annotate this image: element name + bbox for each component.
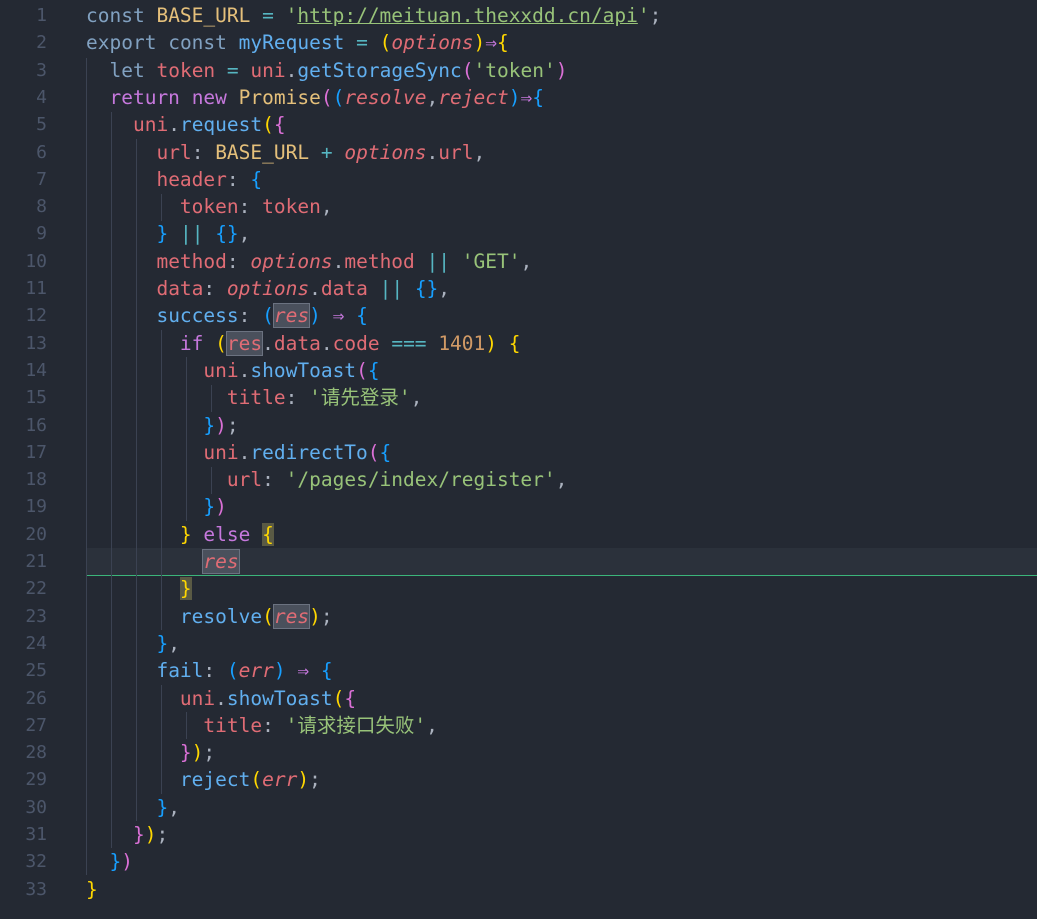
line-number: 4 — [36, 86, 47, 108]
code-line-current[interactable]: res — [86, 548, 1037, 575]
code-line: }, — [156, 795, 180, 819]
line-number: 26 — [25, 687, 47, 709]
code-line: fail: (err) ⇒ { — [156, 659, 333, 683]
line-number: 18 — [25, 469, 47, 491]
line-number-gutter: 1 2 3 4 5 6 7 8 9 10 11 12 13 14 15 16 1… — [0, 0, 60, 919]
line-number: 31 — [25, 824, 47, 845]
line-number: 10 — [25, 250, 47, 272]
line-number: 3 — [36, 59, 47, 81]
line-number: 15 — [25, 387, 47, 409]
line-number: 2 — [36, 32, 47, 54]
code-line: }); — [179, 741, 216, 765]
line-number: 28 — [25, 742, 47, 764]
line-number: 33 — [25, 878, 47, 900]
line-number: 29 — [25, 769, 47, 791]
line-number: 16 — [25, 414, 47, 436]
line-number: 14 — [25, 359, 47, 381]
code-line: }) — [203, 495, 227, 519]
code-line: } — [179, 577, 192, 601]
code-line: success: (res) ⇒ { — [156, 303, 368, 329]
line-number: 8 — [36, 196, 47, 218]
code-line: }, — [156, 631, 180, 655]
code-line: url: BASE_URL + options.url, — [156, 140, 486, 164]
code-line: method: options.method || 'GET', — [156, 249, 533, 273]
line-number: 6 — [36, 141, 47, 163]
line-number: 30 — [25, 796, 47, 818]
line-number: 25 — [25, 660, 47, 682]
line-number: 13 — [25, 332, 47, 354]
line-number: 21 — [25, 551, 47, 572]
code-line: } else { — [179, 522, 274, 546]
code-line: title: '请先登录', — [226, 386, 423, 410]
code-line: } || {}, — [156, 222, 251, 246]
line-number: 12 — [25, 305, 47, 327]
code-area[interactable]: const BASE_URL = 'http://meituan.thexxdd… — [86, 0, 1037, 919]
line-number: 9 — [36, 223, 47, 245]
line-number: 7 — [36, 168, 47, 190]
code-line: uni.request({ — [132, 113, 286, 137]
code-line: token: token, — [179, 195, 333, 219]
code-line: export const myRequest = (options)⇒{ — [86, 31, 509, 55]
line-number: 22 — [25, 578, 47, 600]
line-number: 32 — [25, 851, 47, 873]
code-line: resolve(res); — [179, 603, 333, 629]
code-line: const BASE_URL = 'http://meituan.thexxdd… — [86, 4, 662, 27]
line-number: 5 — [36, 114, 47, 136]
line-number: 20 — [25, 523, 47, 545]
code-line: }) — [109, 850, 133, 874]
code-line: data: options.data || {}, — [156, 277, 451, 300]
code-line: }); — [203, 413, 239, 437]
code-line: let token = uni.getStorageSync('token') — [109, 58, 568, 82]
code-line: }); — [132, 823, 169, 846]
code-line: if (res.data.code === 1401) { — [179, 330, 521, 356]
line-number: 11 — [25, 278, 47, 299]
code-line: } — [86, 877, 98, 901]
line-number: 23 — [25, 605, 47, 627]
line-number: 24 — [25, 632, 47, 654]
code-line: uni.redirectTo({ — [203, 440, 392, 464]
code-line: title: '请求接口失败', — [203, 713, 438, 737]
line-number: 19 — [25, 496, 47, 518]
line-number: 1 — [36, 5, 47, 26]
code-line: uni.showToast({ — [203, 358, 380, 382]
code-editor[interactable]: 1 2 3 4 5 6 7 8 9 10 11 12 13 14 15 16 1… — [0, 0, 1037, 919]
code-line: url: '/pages/index/register', — [226, 468, 568, 492]
line-number: 17 — [25, 441, 47, 463]
code-line: reject(err); — [179, 768, 321, 792]
code-line: header: { — [156, 167, 263, 191]
line-number: 27 — [25, 714, 47, 736]
code-line: return new Promise((resolve,reject)⇒{ — [109, 85, 544, 109]
code-line: uni.showToast({ — [179, 686, 357, 710]
